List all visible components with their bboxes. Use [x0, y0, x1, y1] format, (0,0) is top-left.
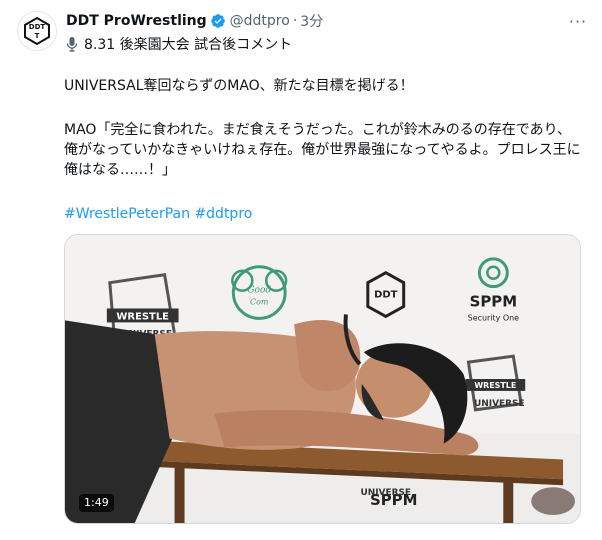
ddt-logo-icon: DDT T — [24, 16, 50, 46]
avatar-logo-text: DDT — [29, 23, 46, 31]
timestamp[interactable]: 3分 — [300, 11, 323, 31]
video-player[interactable]: WRESTLE UNIVERSE Good Com DDT SPPM — [64, 234, 581, 524]
hashtags: #WrestlePeterPan #ddtpro — [64, 204, 584, 224]
banner-wrestle-left: WRESTLE — [116, 311, 169, 322]
svg-text:WRESTLE: WRESTLE — [474, 381, 516, 390]
hashtag-wrestlepeterpan[interactable]: #WrestlePeterPan — [64, 206, 190, 222]
tweet-text-line1: UNIVERSAL奪回ならずのMAO、新たな目標を掲げる！ — [64, 78, 414, 94]
banner-security-one: Security One — [468, 313, 519, 322]
svg-text:T: T — [35, 32, 40, 40]
banner-ddt: DDT — [374, 290, 398, 301]
subline-text: 8.31 後楽園大会 試合後コメント — [84, 37, 293, 53]
svg-text:UNIVERSE: UNIVERSE — [360, 488, 411, 498]
svg-text:UNIVERSE: UNIVERSE — [474, 399, 525, 409]
more-options-icon[interactable]: ··· — [568, 12, 588, 31]
video-thumbnail: WRESTLE UNIVERSE Good Com DDT SPPM — [65, 235, 580, 523]
tweet-text-quote: MAO「完全に食われた。まだ食えそうだった。これが鈴木みのるの存在であり、俺がな… — [64, 122, 581, 178]
microphone-icon — [66, 37, 78, 52]
subline: 8.31 後楽園大会 試合後コメント — [64, 34, 292, 54]
verified-badge-icon — [210, 14, 225, 28]
video-duration: 1:49 — [79, 494, 114, 512]
hashtag-ddtpro[interactable]: #ddtpro — [194, 206, 252, 222]
handle[interactable]: @ddtpro — [230, 13, 290, 29]
banner-sppm: SPPM — [470, 293, 517, 311]
towel — [531, 487, 576, 516]
separator-dot: · — [292, 13, 298, 29]
tweet-header: DDT ProWrestling @ddtpro · 3分 — [66, 11, 323, 31]
banner-com: Com — [250, 298, 268, 307]
banner-good: Good — [247, 286, 271, 296]
avatar[interactable]: DDT T — [17, 11, 57, 51]
display-name[interactable]: DDT ProWrestling — [66, 13, 207, 29]
tweet[interactable]: DDT T DDT ProWrestling @ddtpro · 3分 ··· … — [0, 0, 602, 540]
